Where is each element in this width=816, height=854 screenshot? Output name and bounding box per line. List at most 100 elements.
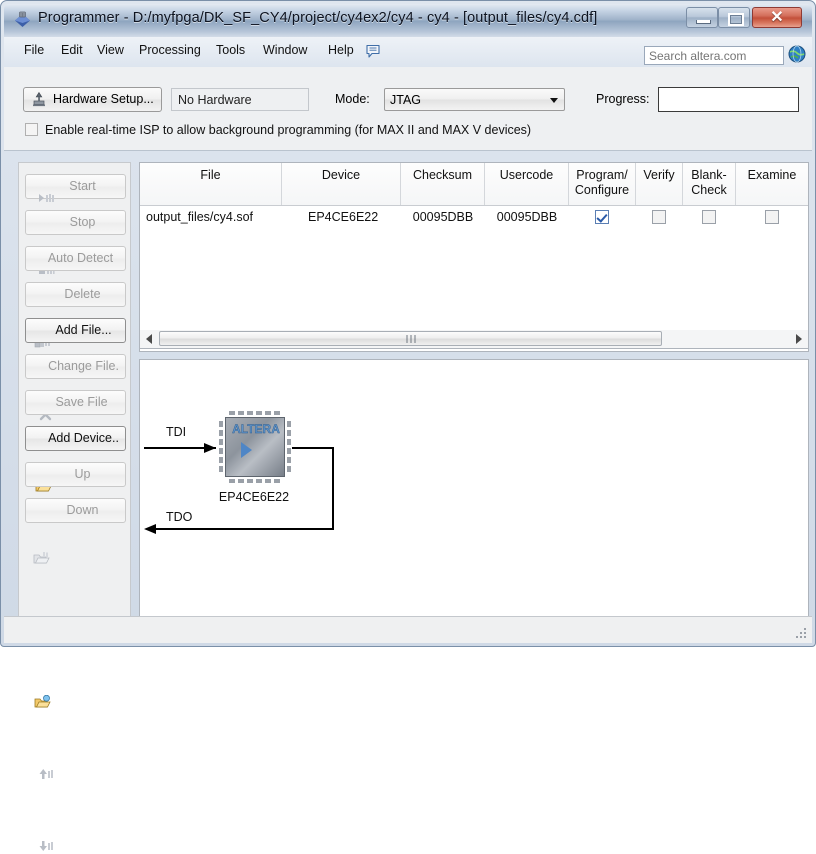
menu-edit[interactable]: Edit xyxy=(55,42,89,62)
cell-program-configure-checkbox[interactable] xyxy=(595,210,609,224)
change-file-label: Change File. xyxy=(48,359,119,373)
start-button[interactable]: Start xyxy=(25,174,126,199)
change-file-button[interactable]: Change File. xyxy=(25,354,126,379)
scroll-right-button[interactable] xyxy=(790,330,807,347)
table-horizontal-scrollbar[interactable] xyxy=(139,330,809,349)
chain-line-right-vertical xyxy=(332,447,334,530)
enable-isp-row[interactable]: Enable real-time ISP to allow background… xyxy=(25,123,531,141)
enable-isp-checkbox[interactable] xyxy=(25,123,38,136)
cell-usercode: 00095DBB xyxy=(485,205,569,231)
column-header-checksum[interactable]: Checksum xyxy=(401,163,485,205)
program-configure-line1: Program/ xyxy=(576,168,627,182)
scroll-right-icon xyxy=(796,334,802,344)
window-title: Programmer - D:/myfpga/DK_SF_CY4/project… xyxy=(38,10,597,26)
scrollbar-thumb[interactable] xyxy=(159,331,662,346)
scroll-left-icon xyxy=(146,334,152,344)
maximize-icon xyxy=(728,13,744,26)
program-configure-line2: Configure xyxy=(575,183,629,197)
start-label: Start xyxy=(69,179,95,193)
note-icon[interactable] xyxy=(365,43,381,59)
column-header-usercode[interactable]: Usercode xyxy=(485,163,569,205)
chip-device-label: EP4CE6E22 xyxy=(184,490,324,504)
search-input[interactable] xyxy=(644,46,784,65)
altera-triangle-icon xyxy=(241,442,252,458)
add-file-label: Add File... xyxy=(55,323,111,337)
tdo-label: TDO xyxy=(166,510,192,524)
progress-bar xyxy=(658,87,799,112)
progress-label: Progress: xyxy=(596,92,650,106)
altera-logo-text: ALTERA xyxy=(230,422,282,437)
cell-blank-check-checkbox[interactable] xyxy=(702,210,716,224)
stop-button[interactable]: Stop xyxy=(25,210,126,235)
save-file-label: Save File xyxy=(55,395,107,409)
column-header-device[interactable]: Device xyxy=(282,163,401,205)
column-header-file[interactable]: File xyxy=(140,163,282,205)
application-window: Programmer - D:/myfpga/DK_SF_CY4/project… xyxy=(0,0,816,647)
delete-button[interactable]: Delete xyxy=(25,282,126,307)
column-header-program-configure[interactable]: Program/ Configure xyxy=(569,163,636,205)
hardware-status-field[interactable] xyxy=(171,88,309,111)
cell-verify-checkbox[interactable] xyxy=(652,210,666,224)
scroll-thumb-grip xyxy=(406,335,415,343)
table-row[interactable]: output_files/cy4.sof EP4CE6E22 00095DBB … xyxy=(140,205,808,231)
close-button[interactable]: ✕ xyxy=(752,7,802,28)
table-header-row: File Device Checksum Usercode Program/ C… xyxy=(140,163,808,206)
column-header-verify[interactable]: Verify xyxy=(636,163,683,205)
chain-line-right-top xyxy=(292,447,334,449)
save-file-button[interactable]: Save File xyxy=(25,390,126,415)
close-icon: ✕ xyxy=(753,8,801,27)
scroll-left-button[interactable] xyxy=(141,330,158,347)
chip-body: ALTERA xyxy=(225,417,285,477)
mode-label: Mode: xyxy=(335,92,370,106)
cell-checksum: 00095DBB xyxy=(401,205,485,231)
mode-value: JTAG xyxy=(390,93,421,107)
cell-device: EP4CE6E22 xyxy=(282,205,401,231)
auto-detect-label: Auto Detect xyxy=(48,251,113,265)
cell-examine-checkbox[interactable] xyxy=(765,210,779,224)
tdo-arrowhead xyxy=(142,522,158,536)
move-up-button[interactable]: Up xyxy=(25,462,126,487)
maximize-button[interactable] xyxy=(718,7,750,28)
stop-label: Stop xyxy=(70,215,96,229)
mode-dropdown[interactable]: JTAG xyxy=(384,88,565,111)
auto-detect-button[interactable]: Auto Detect xyxy=(25,246,126,271)
delete-label: Delete xyxy=(64,287,100,301)
start-icon xyxy=(38,191,55,206)
menu-file[interactable]: File xyxy=(18,42,50,62)
device-chip-graphic[interactable]: ALTERA xyxy=(218,410,292,484)
column-header-blank-check[interactable]: Blank- Check xyxy=(683,163,736,205)
title-bar: Programmer - D:/myfpga/DK_SF_CY4/project… xyxy=(4,4,812,37)
move-up-label: Up xyxy=(75,467,91,481)
menu-processing[interactable]: Processing xyxy=(133,42,207,62)
column-header-examine[interactable]: Examine xyxy=(736,163,808,205)
tdi-arrowhead xyxy=(202,441,218,455)
menu-window[interactable]: Window xyxy=(257,42,313,62)
enable-isp-label: Enable real-time ISP to allow background… xyxy=(45,123,531,137)
minimize-button[interactable] xyxy=(686,7,718,28)
cell-file: output_files/cy4.sof xyxy=(146,205,286,231)
blank-check-line2: Check xyxy=(691,183,726,197)
menu-view[interactable]: View xyxy=(91,42,130,62)
action-button-sidebar: Start Stop Auto Detect Del xyxy=(18,162,131,617)
move-down-label: Down xyxy=(67,503,99,517)
resize-grip-icon[interactable] xyxy=(796,628,808,640)
jtag-chain-diagram: TDI xyxy=(139,359,809,617)
status-bar xyxy=(4,616,812,643)
menu-tools[interactable]: Tools xyxy=(210,42,251,62)
hardware-toolbar-panel: Hardware Setup... Mode: JTAG Progress: E… xyxy=(4,67,812,151)
add-device-label: Add Device.. xyxy=(48,431,119,445)
move-down-button[interactable]: Down xyxy=(25,498,126,523)
chevron-down-icon xyxy=(550,98,558,103)
menu-help[interactable]: Help xyxy=(322,42,360,62)
add-file-button[interactable]: Add File... xyxy=(25,318,126,343)
arrow-up-icon xyxy=(38,767,55,782)
tdi-label: TDI xyxy=(166,425,186,439)
minimize-icon xyxy=(696,20,711,24)
arrow-down-icon xyxy=(38,839,55,854)
programmer-device-table: File Device Checksum Usercode Program/ C… xyxy=(139,162,809,352)
tdo-line xyxy=(154,528,334,530)
change-file-icon xyxy=(33,551,50,566)
add-device-button[interactable]: Add Device.. xyxy=(25,426,126,451)
globe-icon[interactable] xyxy=(788,45,806,63)
add-device-icon xyxy=(34,695,51,710)
